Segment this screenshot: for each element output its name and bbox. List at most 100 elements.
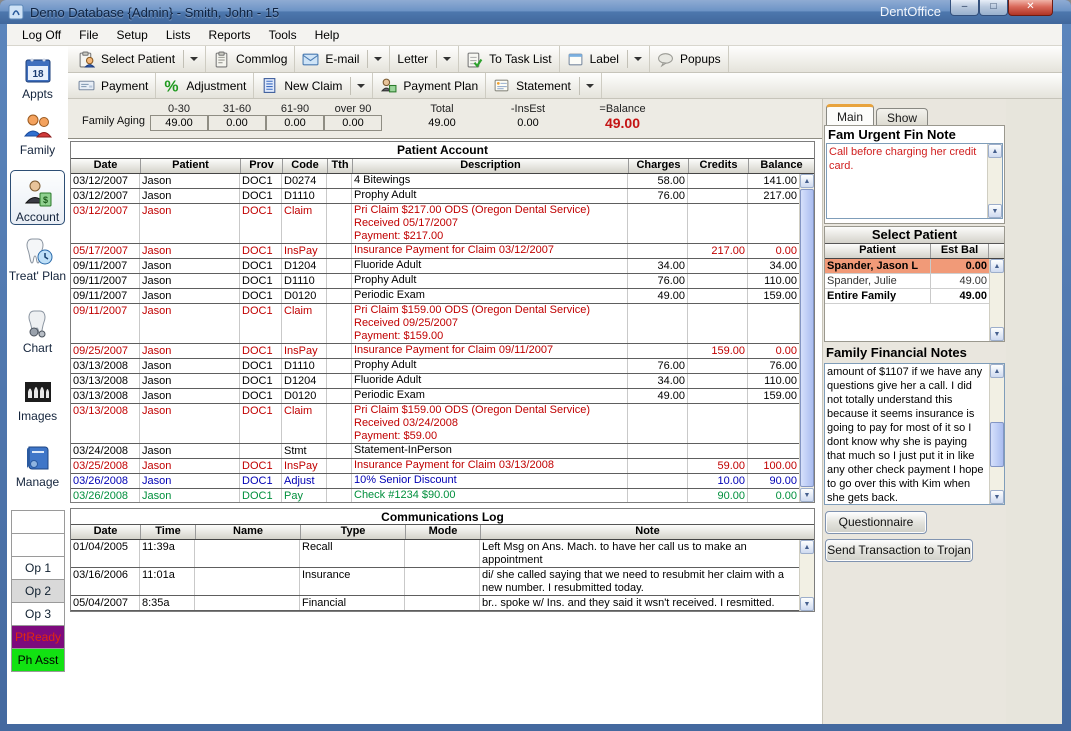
communications-log-title: Communications Log <box>71 509 814 525</box>
letter-button[interactable]: Letter <box>390 46 459 72</box>
commlog-row[interactable]: 01/04/200511:39aRecallLeft Msg on Ans. M… <box>71 540 799 568</box>
op-button-blank[interactable] <box>11 510 65 534</box>
account-row[interactable]: 03/13/2008JasonDOC1ClaimPri Claim $159.0… <box>71 404 799 444</box>
sidebar-item-appts[interactable]: 18Appts <box>7 54 68 101</box>
adjustment-label: Adjustment <box>186 79 246 93</box>
maximize-button[interactable]: □ <box>979 0 1008 16</box>
label-button[interactable]: Label <box>560 46 650 72</box>
account-col-patient: Patient <box>140 159 240 173</box>
manage-icon <box>22 442 54 474</box>
select-patient-scrollbar[interactable]: ▲ ▼ <box>989 259 1004 341</box>
dropdown-arrow-icon[interactable] <box>357 84 365 88</box>
account-row[interactable]: 03/13/2008JasonDOC1D0120Periodic Exam49.… <box>71 389 799 404</box>
op-button-op-3[interactable]: Op 3 <box>11 602 65 626</box>
commlog-row[interactable]: 05/04/20078:35aFinancialbr.. spoke w/ In… <box>71 596 799 611</box>
account-row[interactable]: 03/25/2008JasonDOC1InsPayInsurance Payme… <box>71 459 799 474</box>
scroll-up-icon[interactable]: ▲ <box>990 364 1004 378</box>
scroll-up-icon[interactable]: ▲ <box>990 259 1004 273</box>
op-button-ph-asst[interactable]: Ph Asst <box>11 648 65 672</box>
urgent-note-scrollbar[interactable]: ▲ ▼ <box>987 144 1002 218</box>
menu-file[interactable]: File <box>70 25 107 45</box>
op-button-op-2[interactable]: Op 2 <box>11 579 65 603</box>
svg-text:%: % <box>165 78 179 94</box>
scroll-up-icon[interactable]: ▲ <box>800 540 814 554</box>
op-button-blank[interactable] <box>11 533 65 557</box>
sidebar-item-label: Chart <box>7 341 68 355</box>
patient-account-scrollbar[interactable]: ▲ ▼ <box>799 174 814 502</box>
new-claim-button[interactable]: New Claim <box>254 73 373 98</box>
scroll-up-icon[interactable]: ▲ <box>988 144 1002 158</box>
scroll-down-icon[interactable]: ▼ <box>988 204 1002 218</box>
menu-log-off[interactable]: Log Off <box>13 25 70 45</box>
aging-col-header: 0-30 <box>150 101 208 115</box>
account-row[interactable]: 03/12/2007JasonDOC1D1110Prophy Adult76.0… <box>71 189 799 204</box>
op-button-ptready[interactable]: PtReady <box>11 625 65 649</box>
questionnaire-button[interactable]: Questionnaire <box>825 511 927 534</box>
commlog-row[interactable]: 03/16/200611:01aInsurancedi/ she called … <box>71 568 799 596</box>
sidebar-item-treat-plan[interactable]: Treat' Plan <box>7 236 68 283</box>
commlog-button[interactable]: Commlog <box>206 46 295 72</box>
scrollbar-thumb[interactable] <box>800 189 814 487</box>
scroll-down-icon[interactable]: ▼ <box>990 327 1004 341</box>
dropdown-arrow-icon[interactable] <box>190 57 198 61</box>
statement-button[interactable]: Statement <box>486 73 602 98</box>
urgent-note-textbox[interactable]: Call before charging her credit card. ▲ … <box>826 143 1003 219</box>
account-row[interactable]: 09/11/2007JasonDOC1D0120Periodic Exam49.… <box>71 289 799 304</box>
select-patient-row[interactable]: Entire Family49.00 <box>825 289 989 304</box>
sidebar-item-chart[interactable]: Chart <box>7 308 68 355</box>
dropdown-arrow-icon[interactable] <box>586 84 594 88</box>
account-row[interactable]: 09/11/2007JasonDOC1ClaimPri Claim $159.0… <box>71 304 799 344</box>
scroll-down-icon[interactable]: ▼ <box>800 597 814 611</box>
dropdown-arrow-icon[interactable] <box>374 57 382 61</box>
account-row[interactable]: 03/12/2007JasonDOC1ClaimPri Claim $217.0… <box>71 204 799 244</box>
aging-31-60-value: 0.00 <box>208 115 266 131</box>
to-task-list-button[interactable]: To Task List <box>459 46 559 72</box>
account-row[interactable]: 03/26/2008JasonDOC1Adjust10% Senior Disc… <box>71 474 799 489</box>
send-transaction-to-trojan-button[interactable]: Send Transaction to Trojan <box>825 539 973 562</box>
select-patient-button[interactable]: Select Patient <box>71 46 206 72</box>
menu-setup[interactable]: Setup <box>107 25 156 45</box>
aging-total-value: 49.00 <box>407 115 477 131</box>
menu-tools[interactable]: Tools <box>260 25 306 45</box>
payment-plan-button[interactable]: Payment Plan <box>373 73 486 98</box>
communications-log-scrollbar[interactable]: ▲ ▼ <box>799 540 814 611</box>
scroll-down-icon[interactable]: ▼ <box>800 488 814 502</box>
account-row[interactable]: 03/13/2008JasonDOC1D1204Fluoride Adult34… <box>71 374 799 389</box>
menu-lists[interactable]: Lists <box>157 25 200 45</box>
dropdown-arrow-icon[interactable] <box>443 57 451 61</box>
scrollbar-thumb[interactable] <box>990 422 1004 467</box>
payment-label: Payment <box>101 79 148 93</box>
account-row[interactable]: 03/26/2008JasonDOC1PayCheck #1234 $90.00… <box>71 489 799 502</box>
account-row[interactable]: 09/25/2007JasonDOC1InsPayInsurance Payme… <box>71 344 799 359</box>
popups-button[interactable]: Popups <box>650 46 729 72</box>
payment-button[interactable]: Payment <box>71 73 156 98</box>
urgent-note-text: Call before charging her credit card. <box>829 145 985 173</box>
select-patient-icon <box>78 51 96 68</box>
aging-balance-label: =Balance <box>580 101 665 115</box>
sidebar-item-manage[interactable]: Manage <box>7 442 68 489</box>
sidebar-item-family[interactable]: Family <box>7 110 68 157</box>
e-mail-button[interactable]: E-mail <box>295 46 390 72</box>
sidebar-item-images[interactable]: Images <box>7 376 68 423</box>
menu-help[interactable]: Help <box>306 25 349 45</box>
sidebar-item-account[interactable]: $Account <box>10 170 65 225</box>
account-row[interactable]: 05/17/2007JasonDOC1InsPayInsurance Payme… <box>71 244 799 259</box>
adjustment-button[interactable]: % Adjustment <box>156 73 254 98</box>
close-button[interactable]: ✕ <box>1008 0 1053 16</box>
select-patient-row[interactable]: Spander, Julie49.00 <box>825 274 989 289</box>
account-row[interactable]: 03/24/2008JasonStmtStatement-InPerson <box>71 444 799 459</box>
select-patient-row[interactable]: Spander, Jason L0.00 <box>825 259 989 274</box>
dropdown-arrow-icon[interactable] <box>634 57 642 61</box>
op-button-op-1[interactable]: Op 1 <box>11 556 65 580</box>
scroll-down-icon[interactable]: ▼ <box>990 490 1004 504</box>
account-row[interactable]: 03/13/2008JasonDOC1D1110Prophy Adult76.0… <box>71 359 799 374</box>
commlog-col-type: Type <box>300 525 405 539</box>
financial-notes-textbox[interactable]: amount of $1107 if we have any questions… <box>824 363 1005 505</box>
account-row[interactable]: 09/11/2007JasonDOC1D1110Prophy Adult76.0… <box>71 274 799 289</box>
scroll-up-icon[interactable]: ▲ <box>800 174 814 188</box>
minimize-button[interactable]: – <box>950 0 979 16</box>
account-row[interactable]: 09/11/2007JasonDOC1D1204Fluoride Adult34… <box>71 259 799 274</box>
financial-notes-scrollbar[interactable]: ▲ ▼ <box>989 364 1004 504</box>
menu-reports[interactable]: Reports <box>200 25 260 45</box>
account-row[interactable]: 03/12/2007JasonDOC1D02744 Bitewings58.00… <box>71 174 799 189</box>
